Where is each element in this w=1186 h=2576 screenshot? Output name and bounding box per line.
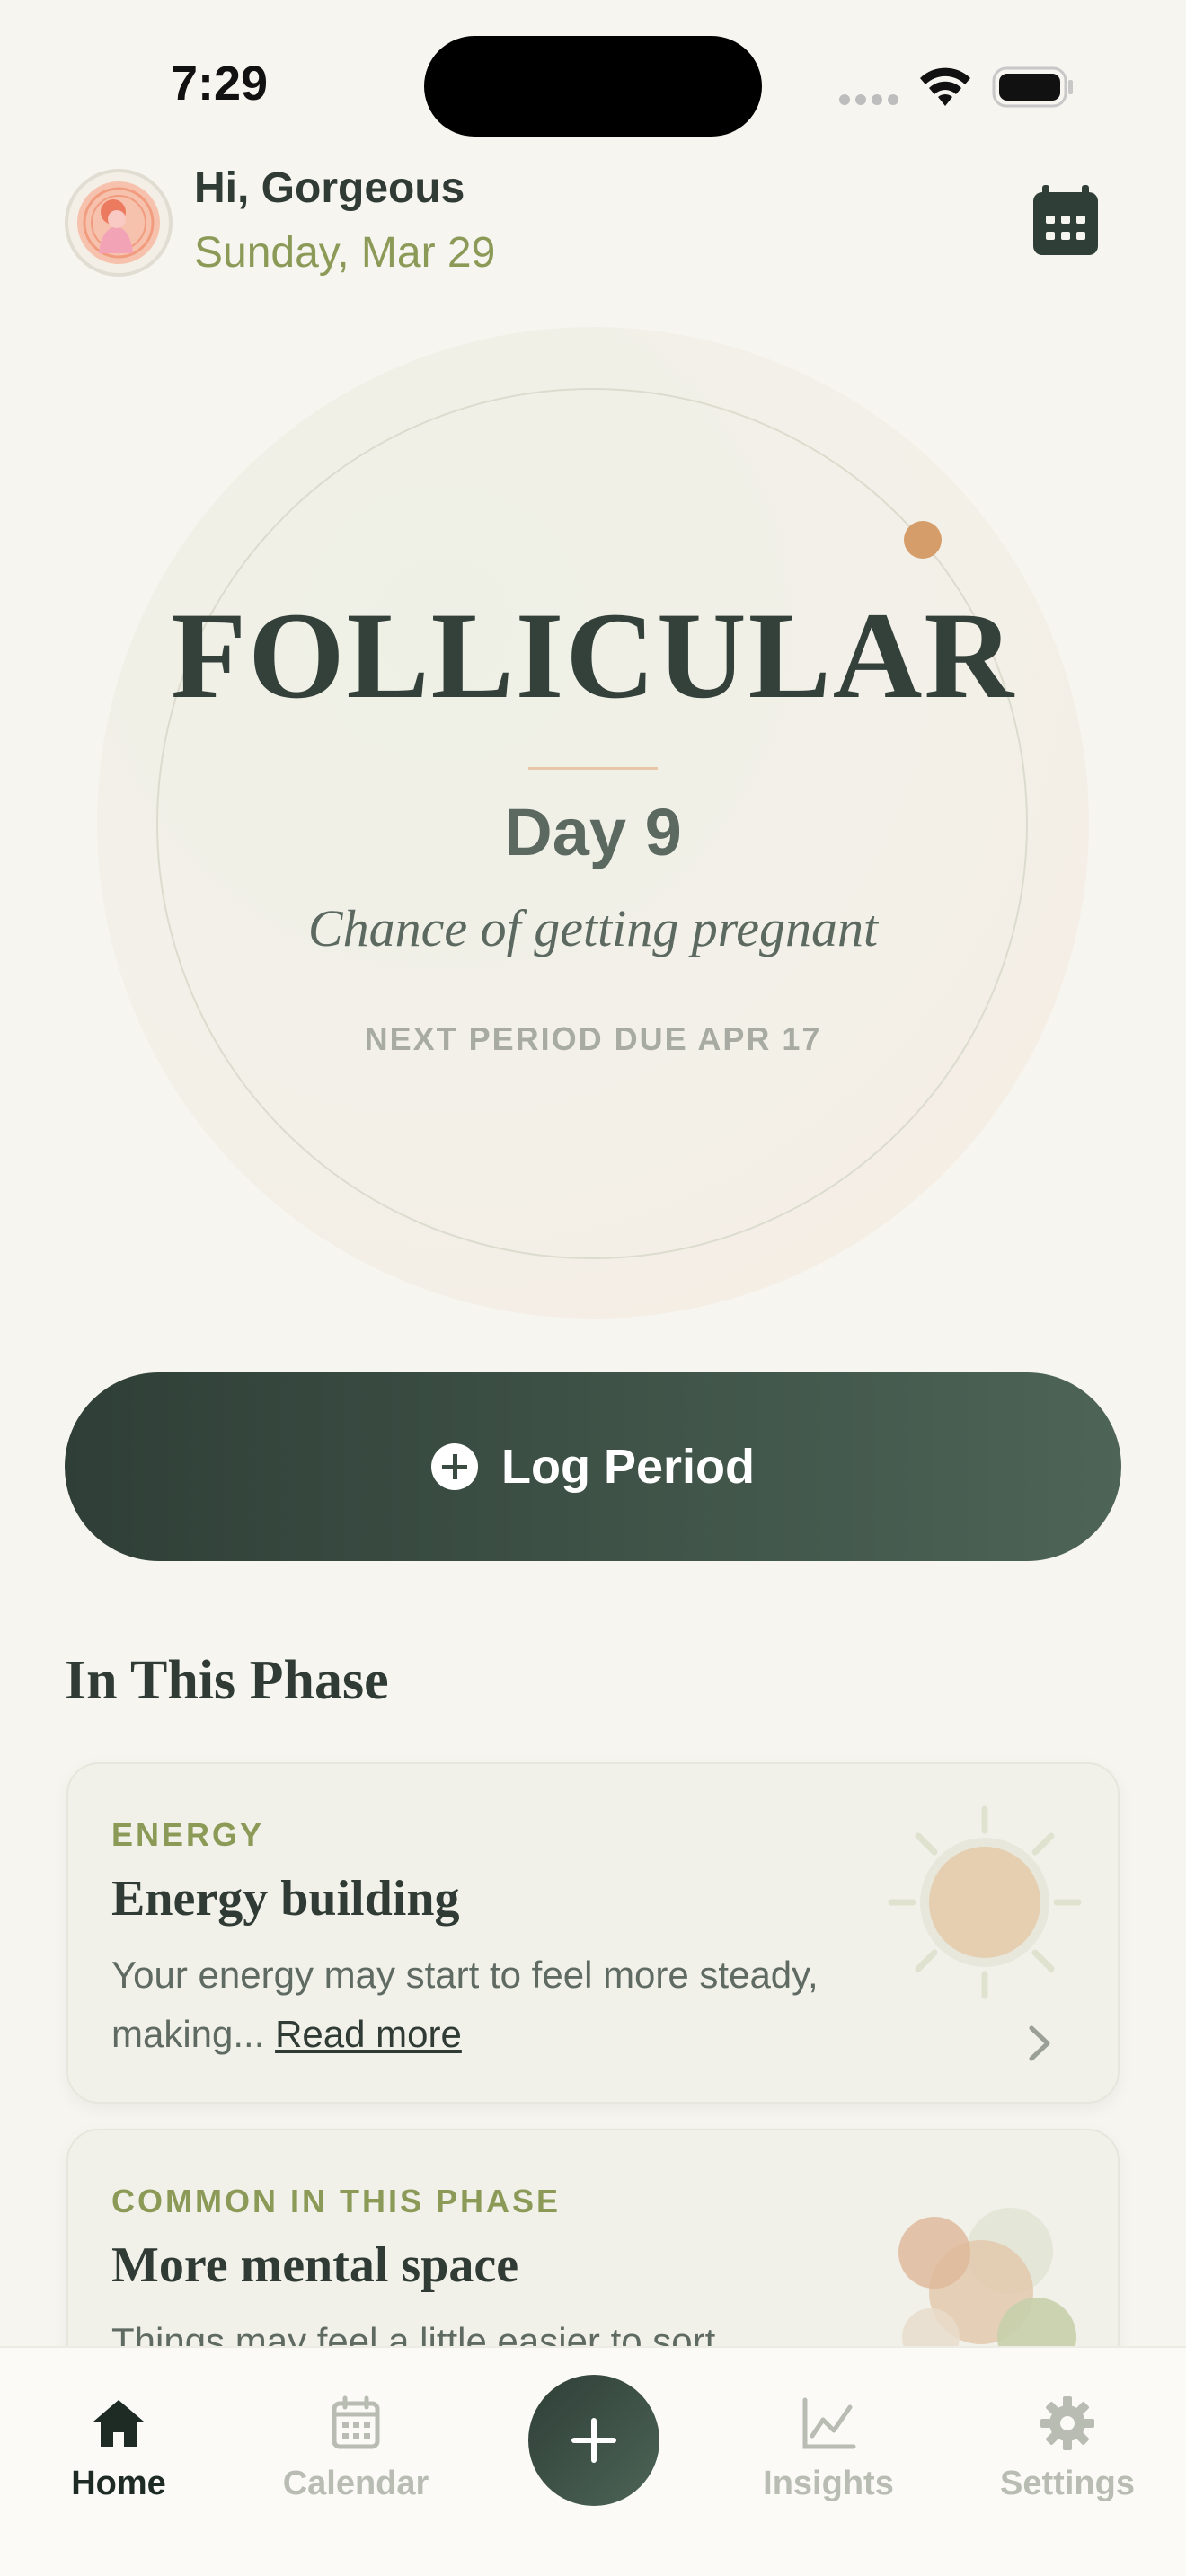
wifi-icon: [920, 67, 970, 106]
sun-icon: [888, 1805, 1082, 1999]
dynamic-island: [424, 36, 762, 137]
pregnancy-chance-text: Chance of getting pregnant: [307, 899, 879, 957]
tab-calendar[interactable]: Calendar: [266, 2395, 446, 2503]
tab-label: Calendar: [282, 2465, 429, 2502]
app-screen: 7:29 Hi, Gorgeous Sunday, Mar 29 FOLLICU…: [0, 0, 1186, 2576]
card-eyebrow: COMMON IN THIS PHASE: [111, 2183, 562, 2219]
gear-icon: [1040, 2396, 1094, 2450]
cycle-day: Day 9: [504, 795, 682, 869]
current-date: Sunday, Mar 29: [194, 229, 496, 277]
add-button[interactable]: [528, 2375, 659, 2506]
tab-label: Home: [71, 2465, 166, 2502]
section-title: In This Phase: [65, 1650, 389, 1711]
tab-label: Insights: [763, 2465, 894, 2502]
tab-label: Settings: [1000, 2465, 1135, 2502]
woman-profile-icon: [77, 181, 160, 264]
status-time: 7:29: [171, 57, 269, 110]
phase-title: FOLLICULAR: [170, 587, 1016, 724]
cycle-position-marker: [904, 521, 942, 559]
chart-line-icon: [802, 2397, 856, 2449]
card-title: More mental space: [111, 2237, 519, 2293]
plus-circle-icon: [431, 1443, 478, 1490]
greeting-text: Hi, Gorgeous: [194, 164, 465, 212]
battery-icon: [992, 66, 1073, 108]
tab-settings[interactable]: Settings: [978, 2395, 1157, 2503]
card-body-text: Your energy may start to feel more stead…: [111, 1954, 819, 2055]
cellular-signal-icon: [839, 93, 904, 110]
card-eyebrow: ENERGY: [111, 1816, 265, 1853]
status-bar: 7:29: [0, 0, 1186, 153]
tab-home[interactable]: Home: [29, 2395, 208, 2503]
read-more-link[interactable]: Read more: [275, 2013, 462, 2055]
calendar-icon[interactable]: [1031, 183, 1100, 257]
card-title: Energy building: [111, 1871, 460, 1927]
divider: [528, 767, 658, 770]
avatar[interactable]: [65, 169, 173, 277]
calendar-icon: [332, 2395, 380, 2449]
card-body: Your energy may start to feel more stead…: [111, 1945, 830, 2064]
home-icon: [93, 2400, 144, 2447]
log-period-button[interactable]: Log Period: [65, 1372, 1121, 1561]
tab-insights[interactable]: Insights: [739, 2395, 918, 2503]
next-period-text: NEXT PERIOD DUE APR 17: [364, 1020, 822, 1057]
log-period-label: Log Period: [501, 1440, 755, 1494]
phase-card-energy[interactable]: ENERGY Energy building Your energy may s…: [66, 1762, 1120, 2104]
chevron-right-icon[interactable]: [1026, 2023, 1053, 2064]
